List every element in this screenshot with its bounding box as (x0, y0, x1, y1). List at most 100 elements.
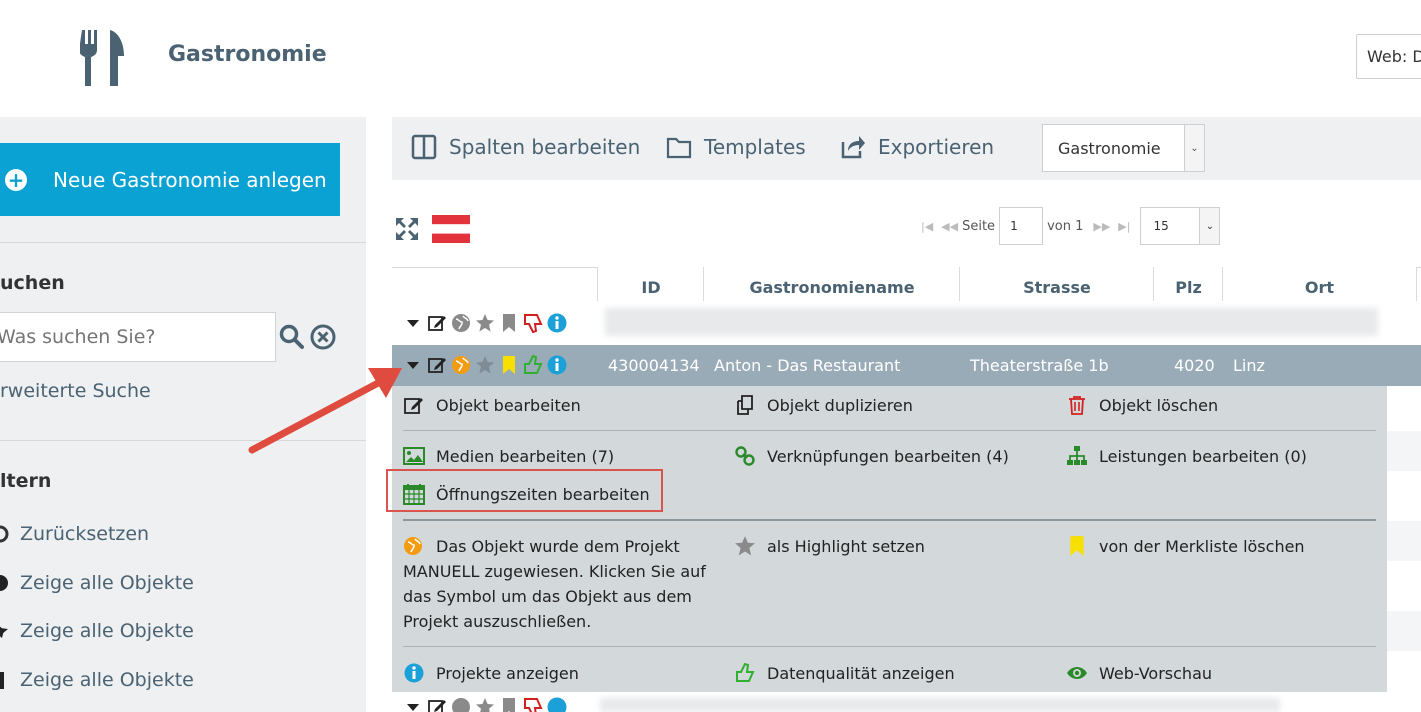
edit-object-action[interactable]: Objekt bearbeiten (403, 394, 581, 416)
edit-media-label: Medien bearbeiten (7) (436, 446, 615, 466)
prev-page-icon[interactable]: ◀◀ (941, 220, 958, 233)
column-header-street[interactable]: Strasse (959, 267, 1154, 301)
row-stripe (1387, 611, 1421, 651)
blurred-row-content (605, 308, 1378, 336)
edit-icon[interactable] (427, 697, 447, 712)
templates-button[interactable]: Templates (666, 134, 806, 160)
column-header-name[interactable]: Gastronomiename (703, 267, 960, 301)
star-icon (734, 535, 756, 557)
edit-icon[interactable] (427, 355, 447, 375)
caret-down-icon[interactable] (403, 313, 423, 333)
cell-id: 430004134 (608, 356, 700, 375)
copy-icon (734, 394, 756, 416)
row-actions (403, 313, 567, 333)
table-row-selected[interactable]: 430004134 Anton - Das Restaurant Theater… (392, 345, 1421, 386)
show-projects-action[interactable]: Projekte anzeigen (403, 662, 579, 684)
info-icon[interactable] (547, 697, 567, 712)
column-header-city[interactable]: Ort (1222, 267, 1416, 301)
category-select[interactable]: Gastronomie ⌄ (1042, 124, 1205, 172)
remove-bookmark-action[interactable]: von der Merkliste löschen (1066, 535, 1305, 557)
search-heading: uchen (0, 272, 65, 294)
info-icon[interactable] (547, 313, 567, 333)
chevron-down-icon: ⌄ (1199, 208, 1220, 244)
filter-reset[interactable]: Zurücksetzen (0, 523, 149, 545)
page-size-select[interactable]: 15 ⌄ (1140, 207, 1221, 245)
page-label: Seite (962, 218, 996, 234)
filter-all-star[interactable]: Zeige alle Objekte (0, 620, 194, 642)
columns-icon (411, 134, 437, 160)
row-stripe (1387, 431, 1421, 471)
edit-media-action[interactable]: Medien bearbeiten (7) (403, 445, 614, 467)
delete-object-label: Objekt löschen (1099, 395, 1219, 415)
pager: |◀ ◀◀ Seite 1 von 1 ▶▶ ▶| 15 ⌄ (917, 207, 1221, 245)
bookmark-icon[interactable] (499, 313, 519, 333)
thumbs-down-icon[interactable] (523, 313, 543, 333)
column-header-zip[interactable]: Plz (1153, 267, 1223, 301)
folder-icon (666, 137, 692, 159)
cutlery-icon (79, 30, 126, 86)
edit-columns-button[interactable]: Spalten bearbeiten (411, 134, 640, 160)
delete-object-action[interactable]: Objekt löschen (1066, 394, 1218, 416)
filter-all-bookmark[interactable]: Zeige alle Objekte (0, 669, 194, 691)
link-icon (734, 445, 756, 467)
page-of-label: von 1 (1047, 218, 1084, 234)
star-icon (0, 621, 14, 641)
search-input[interactable] (0, 312, 276, 362)
edit-links-action[interactable]: Verknüpfungen bearbeiten (4) (734, 445, 1009, 467)
panel-divider (403, 646, 1376, 647)
globe-orange-icon[interactable] (451, 355, 471, 375)
blurred-row-content (600, 698, 1280, 712)
web-select[interactable]: Web: D (1356, 34, 1421, 79)
filter-label: Zeige alle Objekte (20, 669, 194, 691)
star-icon[interactable] (475, 697, 495, 712)
row-actions (403, 355, 567, 375)
row-actions (403, 697, 567, 712)
star-icon[interactable] (475, 313, 495, 333)
app-title: Gastronomie (168, 42, 327, 67)
caret-down-icon[interactable] (403, 697, 423, 712)
filter-label: Zeige alle Objekte (20, 572, 194, 594)
panel-divider (403, 519, 1376, 521)
globe-icon[interactable] (451, 313, 471, 333)
edit-services-action[interactable]: Leistungen bearbeiten (0) (1066, 445, 1307, 467)
thumbs-up-icon[interactable] (523, 355, 543, 375)
thumbs-down-icon[interactable] (523, 697, 543, 712)
search-field[interactable] (0, 313, 275, 361)
advanced-search-link[interactable]: rweiterte Suche (0, 380, 151, 402)
new-gastronomy-button[interactable]: + Neue Gastronomie anlegen (0, 143, 340, 216)
flag-austria-icon[interactable] (432, 215, 470, 243)
edit-icon[interactable] (427, 313, 447, 333)
duplicate-object-action[interactable]: Objekt duplizieren (734, 394, 913, 416)
edit-links-label: Verknüpfungen bearbeiten (4) (767, 446, 1009, 466)
duplicate-object-label: Objekt duplizieren (767, 395, 913, 415)
filter-all-globe[interactable]: Zeige alle Objekte (0, 572, 194, 594)
show-quality-action[interactable]: Datenqualität anzeigen (734, 662, 955, 684)
bookmark-yellow-icon[interactable] (499, 355, 519, 375)
export-button[interactable]: Exportieren (840, 134, 994, 160)
bookmark-icon (0, 670, 14, 690)
clear-search-icon[interactable] (310, 324, 336, 350)
first-page-icon[interactable]: |◀ (921, 220, 933, 233)
fullscreen-icon[interactable] (394, 216, 420, 242)
filter-label: Zurücksetzen (20, 523, 150, 545)
globe-icon[interactable] (451, 697, 471, 712)
column-divider (1416, 267, 1421, 301)
set-highlight-action[interactable]: als Highlight setzen (734, 535, 925, 557)
web-preview-action[interactable]: Web-Vorschau (1066, 662, 1212, 684)
info-icon[interactable] (547, 355, 567, 375)
filter-heading: ltern (0, 470, 52, 492)
export-label: Exportieren (878, 135, 995, 159)
column-header-id[interactable]: ID (597, 267, 704, 301)
eye-icon (1066, 662, 1088, 684)
sitemap-icon (1066, 445, 1088, 467)
last-page-icon[interactable]: ▶| (1118, 220, 1130, 233)
divider (0, 242, 366, 243)
cell-street: Theaterstraße 1b (970, 356, 1109, 375)
bookmark-icon[interactable] (499, 697, 519, 712)
star-icon[interactable] (475, 355, 495, 375)
filter-label: Zeige alle Objekte (20, 620, 194, 642)
next-page-icon[interactable]: ▶▶ (1093, 220, 1110, 233)
globe-icon (0, 573, 14, 593)
page-input[interactable]: 1 (999, 207, 1044, 245)
search-icon[interactable] (279, 324, 305, 350)
